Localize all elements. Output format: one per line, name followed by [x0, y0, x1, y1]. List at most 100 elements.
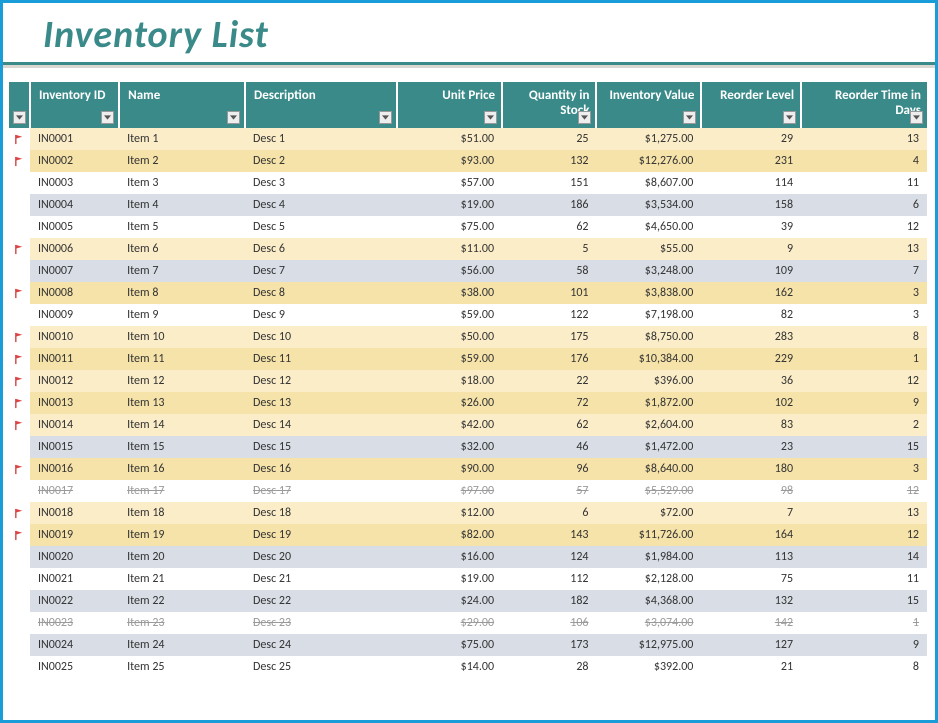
table-row[interactable]: IN0012Item 12Desc 12$18.0022$396.003612 [9, 370, 927, 392]
cell-desc: Desc 2 [245, 150, 397, 172]
filter-dropdown-icon[interactable] [578, 111, 591, 124]
filter-dropdown-icon[interactable] [227, 111, 240, 124]
cell-value: $396.00 [596, 370, 701, 392]
header-label: Unit Price [406, 88, 495, 103]
cell-value: $8,607.00 [596, 172, 701, 194]
cell-reorder: 83 [701, 414, 801, 436]
cell-qty: 176 [502, 348, 596, 370]
cell-price: $97.00 [397, 480, 502, 502]
header-price: Unit Price [397, 82, 502, 128]
table-row[interactable]: IN0008Item 8Desc 8$38.00101$3,838.001623 [9, 282, 927, 304]
cell-reorder: 102 [701, 392, 801, 414]
table-row[interactable]: IN0007Item 7Desc 7$56.0058$3,248.001097 [9, 260, 927, 282]
cell-name: Item 8 [119, 282, 245, 304]
table-row[interactable]: IN0024Item 24Desc 24$75.00173$12,975.001… [9, 634, 927, 656]
table-row[interactable]: IN0015Item 15Desc 15$32.0046$1,472.00231… [9, 436, 927, 458]
cell-days: 15 [801, 590, 927, 612]
table-row[interactable]: IN0020Item 20Desc 20$16.00124$1,984.0011… [9, 546, 927, 568]
table-row[interactable]: IN0011Item 11Desc 11$59.00176$10,384.002… [9, 348, 927, 370]
cell-desc: Desc 7 [245, 260, 397, 282]
filter-dropdown-icon[interactable] [910, 111, 923, 124]
flag-cell [9, 612, 30, 634]
cell-value: $4,368.00 [596, 590, 701, 612]
cell-days: 13 [801, 128, 927, 150]
cell-desc: Desc 4 [245, 194, 397, 216]
cell-price: $16.00 [397, 546, 502, 568]
cell-desc: Desc 1 [245, 128, 397, 150]
cell-id: IN0006 [30, 238, 119, 260]
table-row[interactable]: IN0016Item 16Desc 16$90.0096$8,640.00180… [9, 458, 927, 480]
cell-days: 9 [801, 392, 927, 414]
cell-qty: 122 [502, 304, 596, 326]
flag-cell [9, 634, 30, 656]
cell-reorder: 82 [701, 304, 801, 326]
filter-dropdown-icon[interactable] [683, 111, 696, 124]
cell-value: $1,275.00 [596, 128, 701, 150]
cell-qty: 62 [502, 414, 596, 436]
flag-cell [9, 194, 30, 216]
header-label: Reorder Time in Days [810, 88, 921, 118]
header-reorder: Reorder Level [701, 82, 801, 128]
table-row[interactable]: IN0005Item 5Desc 5$75.0062$4,650.003912 [9, 216, 927, 238]
filter-dropdown-icon[interactable] [379, 111, 392, 124]
table-row[interactable]: IN0022Item 22Desc 22$24.00182$4,368.0013… [9, 590, 927, 612]
flag-cell [9, 260, 30, 282]
table-row[interactable]: IN0023Item 23Desc 23$29.00106$3,074.0014… [9, 612, 927, 634]
flag-icon [9, 288, 30, 299]
flag-icon [9, 376, 30, 387]
cell-reorder: 113 [701, 546, 801, 568]
filter-dropdown-icon[interactable] [101, 111, 114, 124]
cell-reorder: 98 [701, 480, 801, 502]
filter-dropdown-icon[interactable] [13, 111, 26, 124]
flag-cell [9, 238, 30, 260]
header-label: Inventory Value [605, 88, 694, 103]
table-row[interactable]: IN0013Item 13Desc 13$26.0072$1,872.00102… [9, 392, 927, 414]
table-row[interactable]: IN0021Item 21Desc 21$19.00112$2,128.0075… [9, 568, 927, 590]
cell-price: $93.00 [397, 150, 502, 172]
table-row[interactable]: IN0004Item 4Desc 4$19.00186$3,534.001586 [9, 194, 927, 216]
flag-cell [9, 502, 30, 524]
cell-desc: Desc 17 [245, 480, 397, 502]
filter-dropdown-icon[interactable] [484, 111, 497, 124]
table-row[interactable]: IN0019Item 19Desc 19$82.00143$11,726.001… [9, 524, 927, 546]
flag-cell [9, 568, 30, 590]
table-row[interactable]: IN0025Item 25Desc 25$14.0028$392.00218 [9, 656, 927, 678]
cell-reorder: 229 [701, 348, 801, 370]
cell-reorder: 23 [701, 436, 801, 458]
cell-name: Item 2 [119, 150, 245, 172]
table-row[interactable]: IN0001Item 1Desc 1$51.0025$1,275.002913 [9, 128, 927, 150]
cell-value: $1,984.00 [596, 546, 701, 568]
cell-reorder: 283 [701, 326, 801, 348]
cell-qty: 112 [502, 568, 596, 590]
table-row[interactable]: IN0017Item 17Desc 17$97.0057$5,529.00981… [9, 480, 927, 502]
table-row[interactable]: IN0018Item 18Desc 18$12.006$72.00713 [9, 502, 927, 524]
table-row[interactable]: IN0014Item 14Desc 14$42.0062$2,604.00832 [9, 414, 927, 436]
cell-name: Item 9 [119, 304, 245, 326]
inventory-table: Inventory IDNameDescriptionUnit PriceQua… [9, 82, 927, 678]
cell-name: Item 3 [119, 172, 245, 194]
header-value: Inventory Value [596, 82, 701, 128]
flag-icon [9, 354, 30, 365]
cell-price: $59.00 [397, 304, 502, 326]
cell-value: $72.00 [596, 502, 701, 524]
table-row[interactable]: IN0003Item 3Desc 3$57.00151$8,607.001141… [9, 172, 927, 194]
filter-dropdown-icon[interactable] [783, 111, 796, 124]
cell-value: $3,838.00 [596, 282, 701, 304]
cell-days: 7 [801, 260, 927, 282]
cell-reorder: 21 [701, 656, 801, 678]
table-row[interactable]: IN0006Item 6Desc 6$11.005$55.00913 [9, 238, 927, 260]
header-label: Reorder Level [710, 88, 794, 103]
cell-qty: 151 [502, 172, 596, 194]
cell-days: 4 [801, 150, 927, 172]
table-row[interactable]: IN0010Item 10Desc 10$50.00175$8,750.0028… [9, 326, 927, 348]
table-row[interactable]: IN0009Item 9Desc 9$59.00122$7,198.00823 [9, 304, 927, 326]
cell-days: 14 [801, 546, 927, 568]
cell-reorder: 9 [701, 238, 801, 260]
cell-reorder: 142 [701, 612, 801, 634]
cell-days: 9 [801, 634, 927, 656]
cell-qty: 124 [502, 546, 596, 568]
table-row[interactable]: IN0002Item 2Desc 2$93.00132$12,276.00231… [9, 150, 927, 172]
header-flag-column [9, 82, 30, 128]
cell-value: $5,529.00 [596, 480, 701, 502]
cell-name: Item 13 [119, 392, 245, 414]
